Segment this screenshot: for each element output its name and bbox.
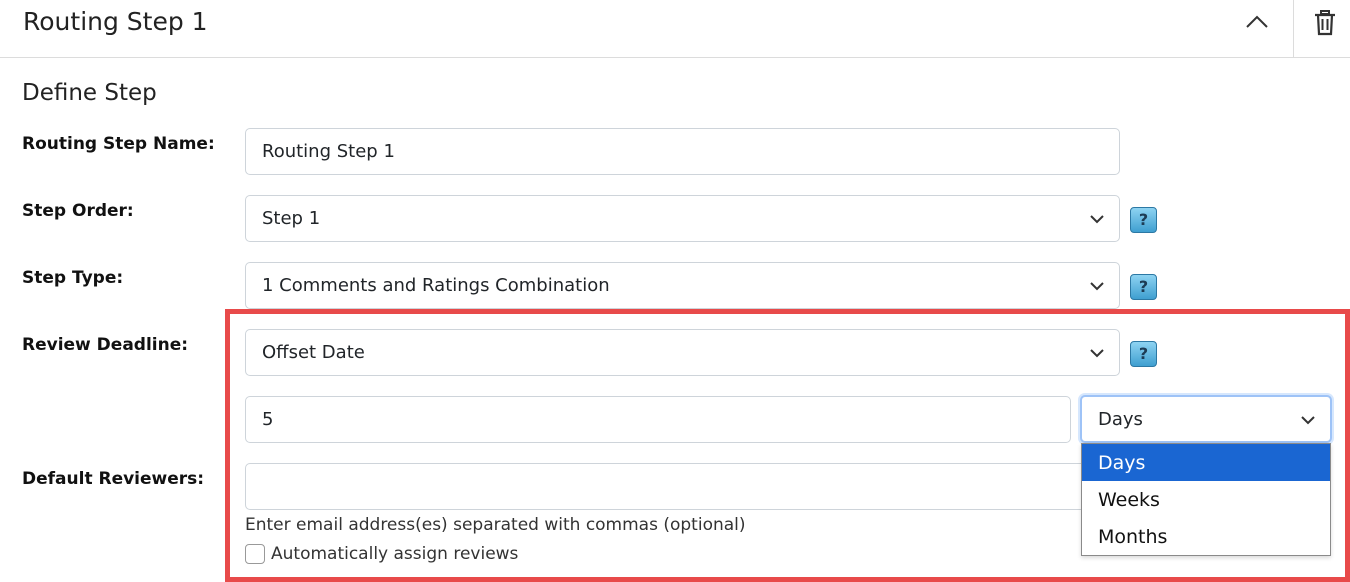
trash-icon[interactable] [1312,9,1338,37]
header-divider [1293,0,1294,58]
chevron-up-icon[interactable] [1243,8,1271,36]
step-type-value: 1 Comments and Ratings Combination [262,275,610,296]
chevron-down-icon [1090,349,1104,358]
chevron-down-icon [1090,282,1104,291]
default-reviewers-label: Default Reviewers: [22,469,205,489]
step-order-value: Step 1 [262,208,321,229]
offset-value: 5 [262,409,274,430]
offset-unit-dropdown: Days Weeks Months [1081,443,1331,556]
default-reviewers-hint: Enter email address(es) separated with c… [245,515,746,535]
review-deadline-select[interactable]: Offset Date [245,329,1120,376]
review-deadline-value: Offset Date [262,342,365,363]
auto-assign-row[interactable]: Automatically assign reviews [245,544,518,564]
step-title: Routing Step 1 [23,7,208,36]
dropdown-option-weeks[interactable]: Weeks [1082,481,1330,518]
routing-step-name-input[interactable]: Routing Step 1 [245,128,1120,175]
dropdown-option-days[interactable]: Days [1082,444,1330,481]
routing-step-name-value: Routing Step 1 [262,141,395,162]
offset-unit-select[interactable]: Days [1080,395,1332,443]
help-icon[interactable]: ? [1130,207,1157,233]
chevron-down-icon [1301,416,1315,425]
step-order-select[interactable]: Step 1 [245,195,1120,242]
step-type-select[interactable]: 1 Comments and Ratings Combination [245,262,1120,309]
section-title: Define Step [22,80,157,106]
help-icon[interactable]: ? [1130,274,1157,300]
help-icon[interactable]: ? [1130,341,1157,367]
step-header: Routing Step 1 [0,0,1350,58]
dropdown-option-months[interactable]: Months [1082,518,1330,555]
auto-assign-label: Automatically assign reviews [271,544,519,564]
step-order-label: Step Order: [22,201,134,221]
default-reviewers-input[interactable] [245,463,1090,510]
chevron-down-icon [1090,215,1104,224]
auto-assign-checkbox[interactable] [245,544,265,564]
review-deadline-label: Review Deadline: [22,335,189,355]
offset-value-input[interactable]: 5 [245,396,1071,443]
step-type-label: Step Type: [22,268,124,288]
offset-unit-value: Days [1098,408,1143,430]
routing-step-name-label: Routing Step Name: [22,134,215,154]
